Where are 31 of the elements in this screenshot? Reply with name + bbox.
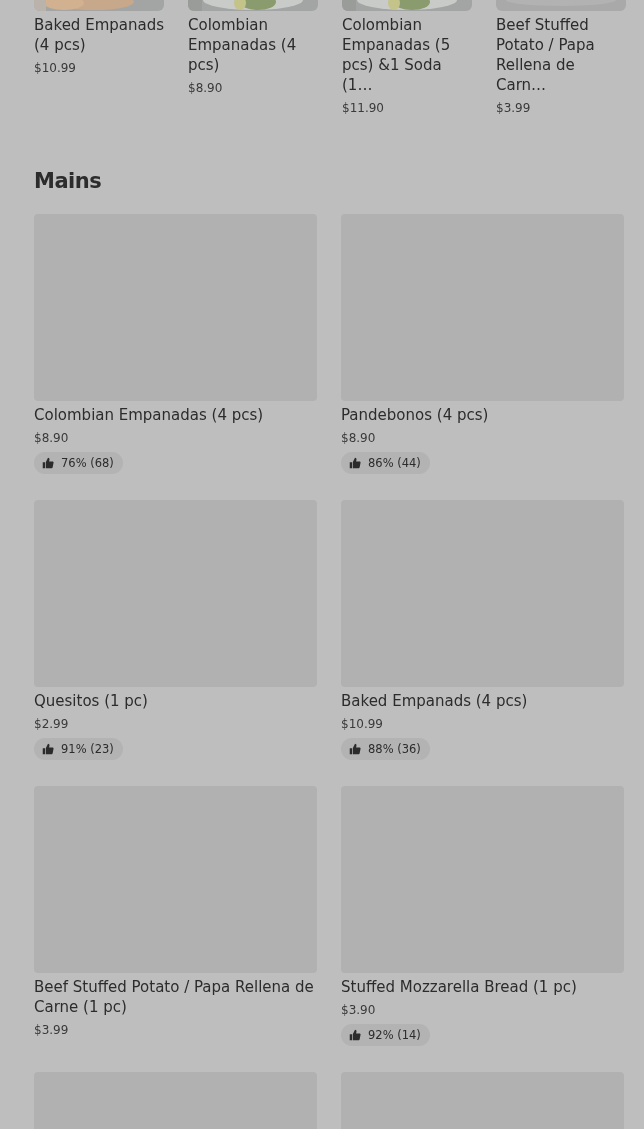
rating-text: 86% (44) [368, 456, 421, 470]
item-name[interactable]: Quesitos (1 pc) [34, 691, 317, 711]
thumbs-up-icon [349, 743, 361, 755]
item-name[interactable]: Pandebonos (4 pcs) [341, 405, 624, 425]
thumbs-up-icon [42, 457, 54, 469]
item-price: $3.90 [341, 1002, 377, 1019]
item-name[interactable]: Beef Stuffed Potato / Papa Rellena de Carne (1 pc) [34, 977, 317, 1017]
item-price: $2.99 [34, 716, 70, 733]
item-name[interactable]: Baked Empanads (4 pcs) [34, 15, 164, 55]
item-price: $8.90 [341, 430, 377, 447]
item-name[interactable]: Colombian Empanadas (4 pcs) [188, 15, 318, 75]
rating-text: 91% (23) [61, 742, 114, 756]
rating-text: 76% (68) [61, 456, 114, 470]
item-name[interactable]: Baked Empanads (4 pcs) [341, 691, 624, 711]
rating-text: 92% (14) [368, 1028, 421, 1042]
item-price: $11.90 [342, 100, 385, 117]
thumbs-up-icon [349, 1029, 361, 1041]
item-price: $3.99 [496, 100, 532, 117]
item-price: $8.90 [34, 430, 70, 447]
item-name[interactable]: Stuffed Mozzarella Bread (1 pc) [341, 977, 624, 997]
thumbs-up-icon [42, 743, 54, 755]
thumbs-up-icon [349, 457, 361, 469]
item-price: $10.99 [341, 716, 384, 733]
rating-text: 88% (36) [368, 742, 421, 756]
item-name[interactable]: Beef Stuffed Potato / Papa Rellena de Carn… [496, 15, 626, 95]
item-name[interactable]: Colombian Empanadas (4 pcs) [34, 405, 317, 425]
item-price: $3.99 [34, 1022, 70, 1039]
item-name[interactable]: Colombian Empanadas (5 pcs) &1 Soda (1… [342, 15, 472, 95]
item-price: $10.99 [34, 60, 77, 77]
item-price: $8.90 [188, 80, 224, 97]
section-heading: Mains [34, 168, 103, 195]
